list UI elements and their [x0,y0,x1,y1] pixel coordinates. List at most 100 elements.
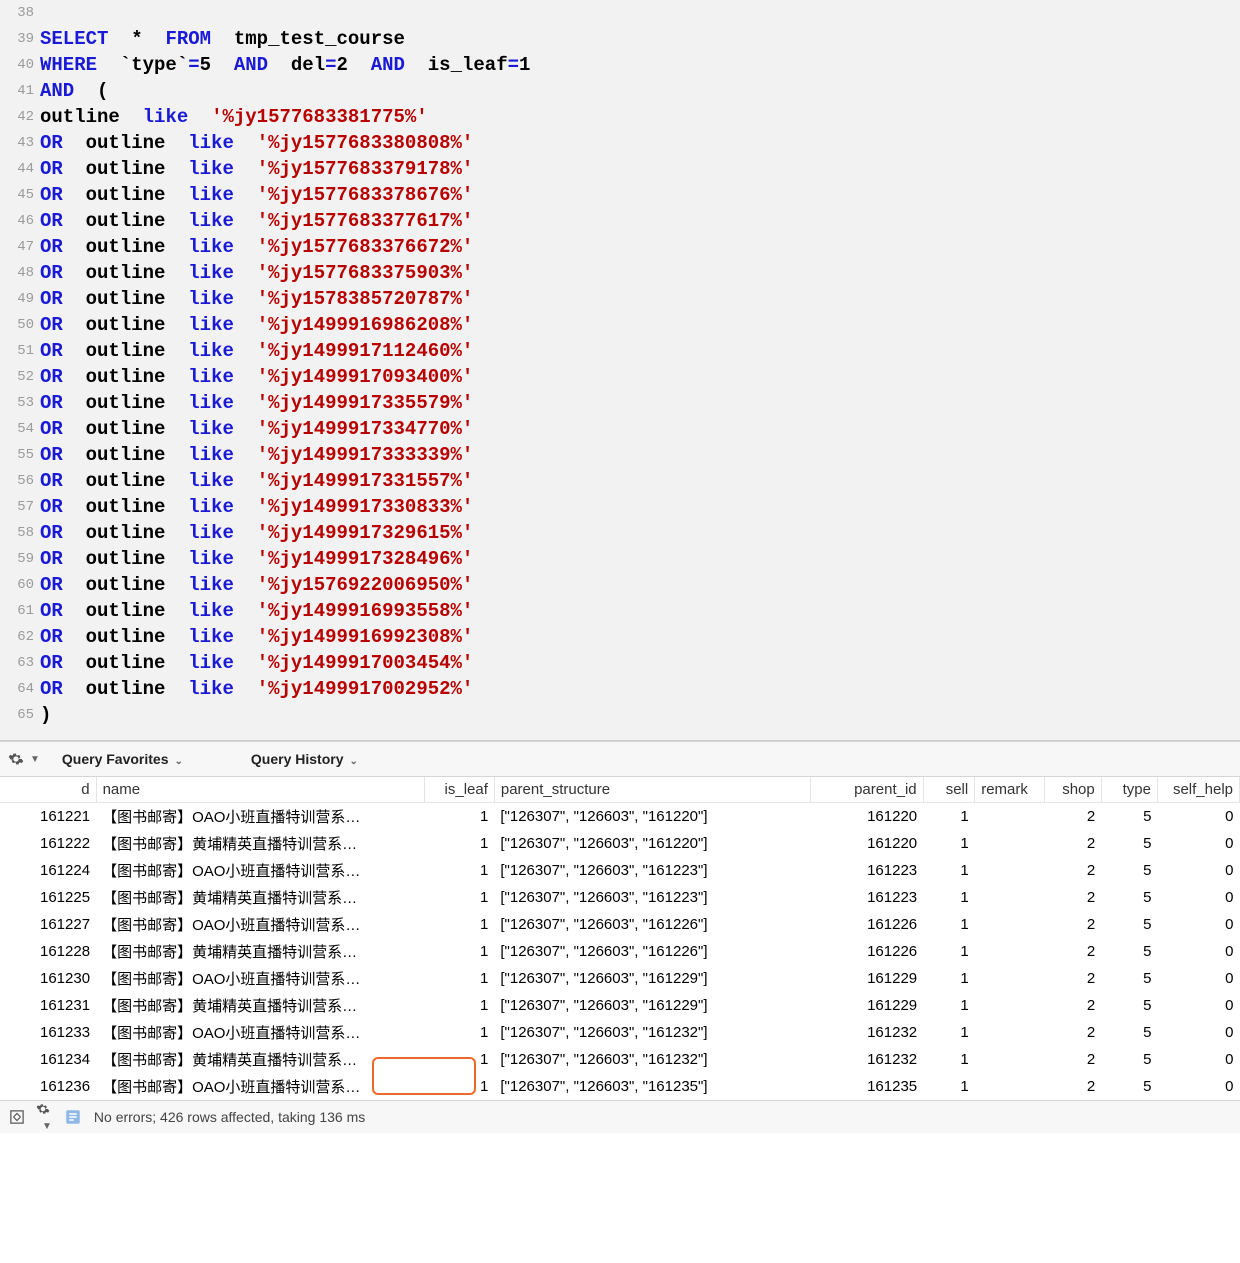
code-line[interactable]: ) [40,702,51,728]
cell[interactable]: 2 [1045,965,1101,992]
gear-icon[interactable]: ▼ [30,1102,58,1132]
cell[interactable] [975,938,1045,965]
table-row[interactable]: 161222【图书邮寄】黄埔精英直播特训营系…1["126307", "1266… [0,830,1240,857]
cell[interactable]: 【图书邮寄】OAO小班直播特训营系… [96,857,424,884]
code-line[interactable]: OR outline like '%jy1499916992308%' [40,624,473,650]
cell[interactable]: 1 [424,884,494,911]
cell[interactable] [975,884,1045,911]
cell[interactable]: 1 [923,1073,975,1100]
code-line[interactable]: OR outline like '%jy1577683380808%' [40,130,473,156]
cell[interactable]: 【图书邮寄】黄埔精英直播特训营系… [96,992,424,1019]
code-line[interactable]: OR outline like '%jy1499917333339%' [40,442,473,468]
cell[interactable]: 161229 [811,992,923,1019]
cell[interactable]: 【图书邮寄】OAO小班直播特训营系… [96,965,424,992]
sql-editor[interactable]: 3839SELECT * FROM tmp_test_course40WHERE… [0,0,1240,741]
cell[interactable] [975,803,1045,831]
cell[interactable]: 1 [923,884,975,911]
cell[interactable]: 161232 [811,1046,923,1073]
cell[interactable] [975,830,1045,857]
cell[interactable]: ["126307", "126603", "161226"] [494,911,810,938]
code-line[interactable]: SELECT * FROM tmp_test_course [40,26,405,52]
expand-icon[interactable] [4,1110,30,1124]
cell[interactable] [975,965,1045,992]
cell[interactable]: ["126307", "126603", "161220"] [494,830,810,857]
table-row[interactable]: 161230【图书邮寄】OAO小班直播特训营系…1["126307", "126… [0,965,1240,992]
cell[interactable]: 【图书邮寄】黄埔精英直播特训营系… [96,938,424,965]
column-header[interactable]: parent_id [811,777,923,803]
cell[interactable]: 5 [1101,1019,1157,1046]
cell[interactable]: 161236 [0,1073,96,1100]
cell[interactable]: 0 [1157,803,1239,831]
cell[interactable]: 2 [1045,803,1101,831]
cell[interactable]: 1 [424,911,494,938]
cell[interactable]: 1 [424,830,494,857]
cell[interactable]: ["126307", "126603", "161229"] [494,992,810,1019]
cell[interactable] [975,857,1045,884]
cell[interactable] [975,1019,1045,1046]
code-line[interactable]: OR outline like '%jy1499917002952%' [40,676,473,702]
code-line[interactable]: OR outline like '%jy1499917003454%' [40,650,473,676]
code-line[interactable]: OR outline like '%jy1576922006950%' [40,572,473,598]
cell[interactable]: ["126307", "126603", "161229"] [494,965,810,992]
cell[interactable]: 1 [424,965,494,992]
cell[interactable]: 5 [1101,938,1157,965]
code-line[interactable]: AND ( [40,78,108,104]
cell[interactable]: 2 [1045,1073,1101,1100]
cell[interactable]: 5 [1101,911,1157,938]
cell[interactable]: 1 [424,938,494,965]
code-line[interactable]: OR outline like '%jy1499917112460%' [40,338,473,364]
cell[interactable]: 0 [1157,884,1239,911]
cell[interactable]: 2 [1045,1046,1101,1073]
code-line[interactable]: OR outline like '%jy1499916993558%' [40,598,473,624]
cell[interactable]: 5 [1101,857,1157,884]
column-header[interactable]: self_help [1157,777,1239,803]
cell[interactable]: 161222 [0,830,96,857]
cell[interactable]: 161225 [0,884,96,911]
table-row[interactable]: 161224【图书邮寄】OAO小班直播特训营系…1["126307", "126… [0,857,1240,884]
cell[interactable]: 161220 [811,803,923,831]
code-line[interactable]: OR outline like '%jy1499917335579%' [40,390,473,416]
cell[interactable]: 1 [923,1046,975,1073]
cell[interactable]: 0 [1157,992,1239,1019]
cell[interactable]: 161229 [811,965,923,992]
cell[interactable]: 【图书邮寄】黄埔精英直播特训营系… [96,1046,424,1073]
cell[interactable]: 5 [1101,1073,1157,1100]
cell[interactable] [975,911,1045,938]
cell[interactable]: 5 [1101,992,1157,1019]
cell[interactable]: 0 [1157,1019,1239,1046]
cell[interactable]: 0 [1157,857,1239,884]
cell[interactable] [975,1046,1045,1073]
cell[interactable]: 161235 [811,1073,923,1100]
cell[interactable]: 【图书邮寄】黄埔精英直播特训营系… [96,830,424,857]
code-line[interactable]: OR outline like '%jy1499917329615%' [40,520,473,546]
cell[interactable]: 5 [1101,830,1157,857]
cell[interactable]: 【图书邮寄】OAO小班直播特训营系… [96,803,424,831]
cell[interactable]: ["126307", "126603", "161232"] [494,1046,810,1073]
cell[interactable]: 1 [923,1019,975,1046]
cell[interactable]: 161223 [811,857,923,884]
cell[interactable]: 1 [424,1073,494,1100]
table-row[interactable]: 161221【图书邮寄】OAO小班直播特训营系…1["126307", "126… [0,803,1240,831]
column-header[interactable]: type [1101,777,1157,803]
cell[interactable]: 5 [1101,965,1157,992]
cell[interactable]: 161231 [0,992,96,1019]
cell[interactable]: ["126307", "126603", "161226"] [494,938,810,965]
code-line[interactable]: OR outline like '%jy1499917331557%' [40,468,473,494]
cell[interactable]: 161221 [0,803,96,831]
cell[interactable]: 2 [1045,911,1101,938]
cell[interactable]: 1 [923,911,975,938]
column-header[interactable]: is_leaf [424,777,494,803]
cell[interactable] [975,992,1045,1019]
column-header[interactable]: parent_structure [494,777,810,803]
cell[interactable]: 0 [1157,938,1239,965]
column-header[interactable]: sell [923,777,975,803]
table-row[interactable]: 161228【图书邮寄】黄埔精英直播特训营系…1["126307", "1266… [0,938,1240,965]
table-row[interactable]: 161231【图书邮寄】黄埔精英直播特训营系…1["126307", "1266… [0,992,1240,1019]
column-header[interactable]: name [96,777,424,803]
cell[interactable]: 5 [1101,884,1157,911]
cell[interactable]: 161226 [811,911,923,938]
query-history-button[interactable]: Query History⌄ [237,751,372,767]
cell[interactable]: 0 [1157,1046,1239,1073]
code-line[interactable]: OR outline like '%jy1577683378676%' [40,182,473,208]
cell[interactable]: 161224 [0,857,96,884]
